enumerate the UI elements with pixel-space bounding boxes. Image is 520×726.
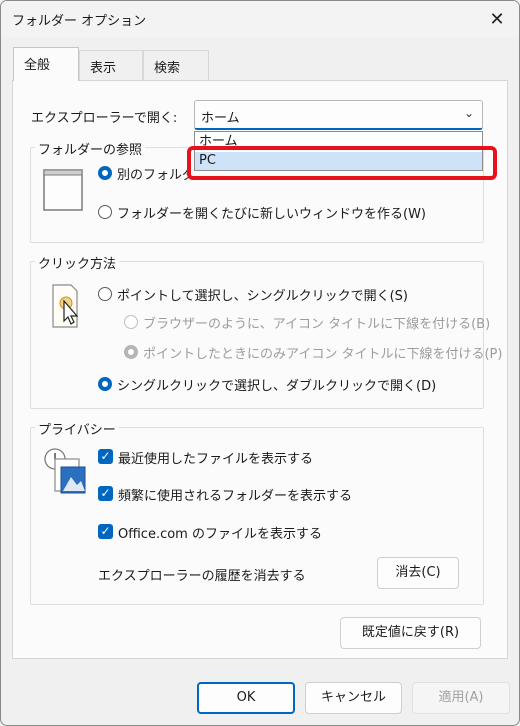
tab-view[interactable]: 表示 bbox=[79, 50, 143, 80]
open-explorer-combobox[interactable]: ホーム ⌄ bbox=[194, 100, 483, 130]
underline-hover-radio[interactable] bbox=[124, 345, 138, 359]
tab-view-label: 表示 bbox=[90, 61, 117, 76]
open-explorer-selected: ホーム bbox=[201, 111, 240, 126]
ok-button[interactable]: OK bbox=[197, 682, 295, 714]
tab-search[interactable]: 検索 bbox=[143, 50, 209, 80]
open-explorer-label: エクスプローラーで開く: bbox=[31, 111, 178, 126]
recent-files-label: 最近使用したファイルを表示する bbox=[118, 452, 314, 467]
restore-defaults-button[interactable]: 既定値に戻す(R) bbox=[340, 617, 481, 649]
tab-general[interactable]: 全般 bbox=[13, 47, 79, 81]
underline-browser-label: ブラウザーのように、アイコン タイトルに下線を付ける(B) bbox=[143, 317, 491, 332]
frequent-folders-checkbox[interactable]: ✓ bbox=[98, 486, 113, 501]
single-click-label: ポイントして選択し、シングルクリックで開く(S) bbox=[117, 289, 409, 304]
frequent-folders-label: 頻繁に使用されるフォルダーを表示する bbox=[118, 489, 353, 504]
double-click-label: シングルクリックで選択し、ダブルクリックで開く(D) bbox=[117, 379, 437, 394]
apply-button[interactable]: 適用(A) bbox=[412, 682, 510, 714]
office-files-label: Office.com のファイルを表示する bbox=[118, 527, 322, 542]
privacy-documents-icon bbox=[43, 445, 89, 499]
click-method-title: クリック方法 bbox=[35, 253, 120, 272]
clear-history-label: エクスプローラーの履歴を消去する bbox=[98, 569, 306, 584]
double-click-radio[interactable] bbox=[98, 377, 112, 391]
new-window-radio[interactable] bbox=[98, 205, 112, 219]
chevron-down-icon: ⌄ bbox=[463, 106, 474, 120]
tab-general-label: 全般 bbox=[24, 58, 51, 73]
recent-files-checkbox[interactable]: ✓ bbox=[98, 449, 113, 464]
highlight-annotation-box bbox=[187, 146, 497, 180]
window-title: フォルダー オプション bbox=[12, 14, 147, 29]
pointer-click-icon bbox=[51, 283, 83, 335]
single-click-radio[interactable] bbox=[98, 287, 112, 301]
same-window-radio[interactable] bbox=[98, 166, 112, 180]
underline-browser-radio[interactable] bbox=[124, 315, 138, 329]
close-button[interactable]: ✕ bbox=[481, 5, 513, 33]
new-window-label: フォルダーを開くたびに新しいウィンドウを作る(W) bbox=[117, 207, 426, 222]
cancel-button[interactable]: キャンセル bbox=[305, 682, 402, 714]
folder-options-dialog: フォルダー オプション ✕ 全般 表示 検索 エクスプローラーで開く: ホーム … bbox=[0, 0, 520, 726]
browse-folders-title: フォルダーの参照 bbox=[35, 139, 146, 158]
same-window-label: 別のフォルダーを開くときに同じウィンドウを使う(M) bbox=[117, 168, 189, 183]
tab-search-label: 検索 bbox=[154, 61, 181, 76]
window-icon bbox=[43, 169, 83, 215]
office-files-checkbox[interactable]: ✓ bbox=[98, 524, 113, 539]
privacy-title: プライバシー bbox=[35, 419, 119, 438]
clear-history-button[interactable]: 消去(C) bbox=[377, 557, 459, 589]
title-bar: フォルダー オプション ✕ bbox=[1, 1, 519, 37]
underline-hover-label: ポイントしたときにのみアイコン タイトルに下線を付ける(P) bbox=[143, 347, 503, 362]
